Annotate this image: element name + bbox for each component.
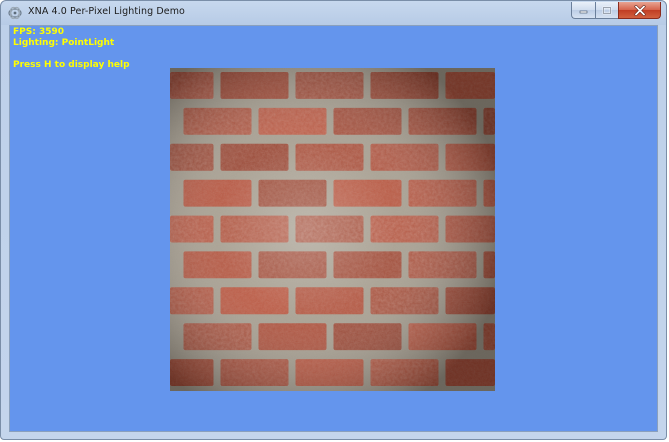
lighting-mode-label: Lighting: PointLight bbox=[13, 38, 115, 48]
window-controls bbox=[571, 2, 661, 20]
title-bar[interactable]: XNA 4.0 Per-Pixel Lighting Demo bbox=[1, 1, 666, 25]
maximize-button[interactable] bbox=[595, 2, 618, 19]
help-hint: Press H to display help bbox=[13, 60, 130, 70]
brick-wall-quad bbox=[170, 68, 495, 391]
maximize-icon bbox=[602, 6, 612, 14]
close-icon bbox=[634, 4, 645, 16]
fps-counter: FPS: 3590 bbox=[13, 27, 65, 37]
minimize-button[interactable] bbox=[571, 2, 595, 19]
app-window: XNA 4.0 Per-Pixel Lighting Demo FPS: 359… bbox=[0, 0, 667, 440]
game-viewport[interactable]: FPS: 3590 Lighting: PointLight Press H t… bbox=[9, 25, 658, 432]
close-button[interactable] bbox=[618, 2, 661, 19]
window-title: XNA 4.0 Per-Pixel Lighting Demo bbox=[28, 6, 185, 17]
minimize-icon bbox=[579, 10, 587, 14]
xna-app-icon bbox=[8, 6, 22, 20]
